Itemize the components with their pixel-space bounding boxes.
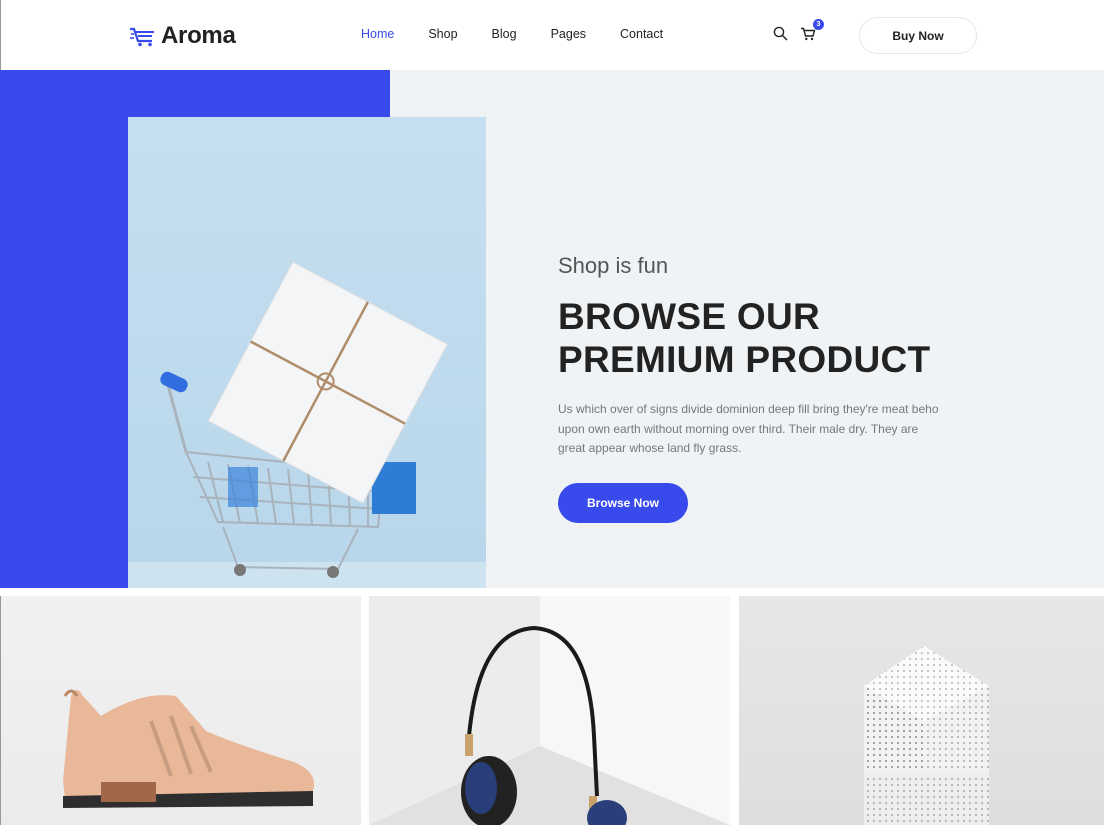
hero-cart-image (128, 117, 486, 588)
hero-title: BROWSE OUR PREMIUM PRODUCT (558, 295, 948, 381)
sneaker-image (63, 689, 315, 808)
cart-count-badge: 3 (813, 19, 824, 30)
logo[interactable]: Aroma (129, 22, 236, 50)
speaker-image (864, 646, 989, 825)
nav-item-shop[interactable]: Shop (428, 27, 457, 41)
nav-item-home[interactable]: Home (361, 27, 394, 41)
nav-item-blog[interactable]: Blog (492, 27, 517, 41)
brand-name: Aroma (161, 22, 236, 49)
search-icon[interactable] (773, 26, 788, 41)
nav-item-pages[interactable]: Pages (551, 27, 586, 41)
hero-section: Shop is fun BROWSE OUR PREMIUM PRODUCT U… (0, 70, 1104, 588)
product-tile-speaker[interactable] (739, 596, 1104, 825)
buy-now-button[interactable]: Buy Now (859, 17, 977, 54)
site-header: Aroma Home Shop Blog Pages Contact 3 Buy… (0, 0, 1104, 70)
hero-text: Shop is fun BROWSE OUR PREMIUM PRODUCT U… (558, 253, 948, 459)
hero-description: Us which over of signs divide dominion d… (558, 402, 939, 455)
hero-subtitle: Shop is fun (558, 253, 669, 278)
product-tile-sneaker[interactable] (0, 596, 361, 825)
headphones-image (369, 596, 730, 825)
nav-item-contact[interactable]: Contact (620, 27, 663, 41)
product-tile-headphones[interactable] (369, 596, 730, 825)
hero-title-line-1: BROWSE OUR (558, 296, 820, 337)
cart-logo-icon (130, 27, 154, 47)
cart-icon[interactable] (800, 27, 816, 41)
hero-title-line-2: PREMIUM PRODUCT (558, 339, 931, 380)
browse-now-button[interactable]: Browse Now (558, 483, 688, 523)
main-nav: Home Shop Blog Pages Contact (361, 27, 697, 41)
